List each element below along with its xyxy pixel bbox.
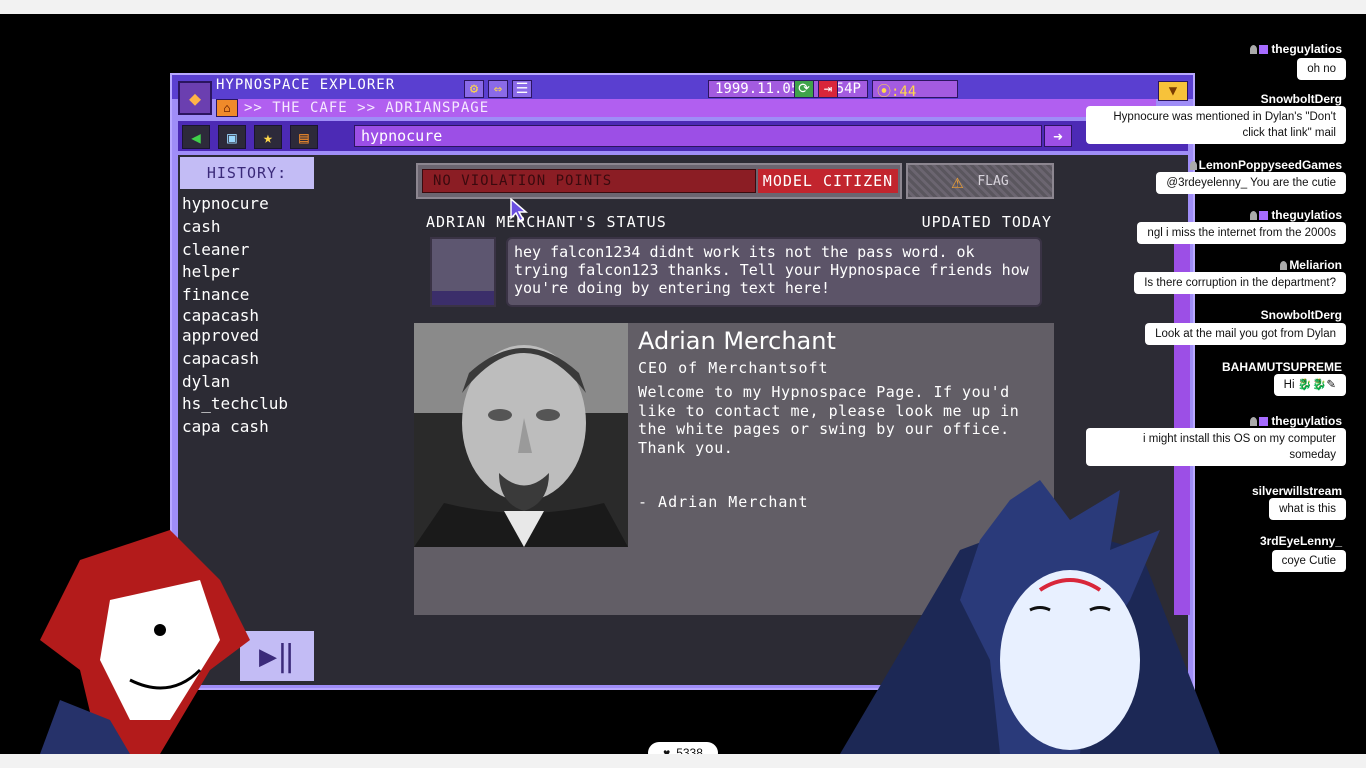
chat-username: 3rdEyeLenny_ [1259,534,1342,548]
chat-message: oh no [1297,58,1346,80]
violation-label: NO VIOLATION POINTS [422,169,756,193]
status-avatar [430,237,496,307]
bottom-bar [0,754,1366,768]
profile-name: Adrian Merchant [638,327,836,355]
history-list: hypnocure cash cleaner helper finance ca… [182,193,316,439]
back-button[interactable]: ◀ [182,125,210,149]
chat-message: what is this [1269,498,1346,520]
refresh-icon[interactable]: ⟳ [794,80,814,98]
history-item[interactable]: hs_techclub [182,393,316,416]
top-bar [0,0,1366,14]
chat-message: Is there corruption in the department? [1134,272,1346,294]
logout-icon[interactable]: ⇥ [818,80,838,98]
flag-button[interactable]: ⚠ FLAG [906,163,1054,199]
history-item[interactable]: finance [182,284,316,307]
navigation-bar: ◀ ▣ ★ ▤ hypnocure ➜ [178,121,1188,151]
chat-username: LemonPoppyseedGames [1189,158,1342,172]
chat-message: Hi 🐉🐉✎ [1273,374,1346,396]
history-item[interactable]: capacash [182,348,316,371]
go-arrow-icon[interactable]: ➜ [1044,125,1072,147]
chat-username: SnowboltDerg [1260,308,1342,322]
resize-icon[interactable]: ⇔ [488,80,508,98]
history-item[interactable]: cleaner [182,239,316,262]
profile-role: CEO of Merchantsoft [638,359,829,377]
profile-text: Welcome to my Hypnospace Page. If you'd … [638,383,1020,457]
warning-icon: ⚠ [951,169,964,193]
chat-username: theguylatios [1250,208,1342,222]
history-item[interactable]: capa cash [182,416,316,439]
history-item[interactable]: dylan [182,371,316,394]
chat-username: silverwillstream [1251,484,1342,498]
hypnocoin-icon[interactable]: ▣ [218,125,246,149]
menu-icon[interactable]: ☰ [512,80,532,98]
app-title: HYPNOSPACE EXPLORER [216,77,396,93]
chat-username: Meliarion [1280,258,1342,272]
profile-signature: - Adrian Merchant [638,493,809,511]
home-icon[interactable]: ⌂ [216,99,238,117]
settings-icon[interactable]: ⚙ [464,80,484,98]
chat-username: BAHAMUTSUPREME [1222,360,1342,374]
citizen-status: MODEL CITIZEN [758,169,898,193]
status-heading: ADRIAN MERCHANT'S STATUS [426,213,667,231]
chat-username: SnowboltDerg [1260,92,1342,106]
status-updated: UPDATED TODAY [921,213,1052,231]
enforcer-icon[interactable]: ▤ [290,125,318,149]
breadcrumb-bar: ⌂ >> THE CAFE >> ADRIANSPAGE [216,99,1156,117]
dropdown-button[interactable]: ▼ [1158,81,1188,101]
history-item[interactable]: helper [182,261,316,284]
profile-photo [414,323,628,547]
chat-message: @3rdeyelenny_ You are the cutie [1156,172,1346,194]
coin-counter: ⦿:44 [872,80,958,100]
history-item[interactable]: cash [182,216,316,239]
chat-message: Look at the mail you got from Dylan [1145,323,1346,345]
chat-message: Hypnocure was mentioned in Dylan's "Don'… [1086,106,1346,144]
blue-dragon-avatar [840,480,1220,754]
chat-message: ngl i miss the internet from the 2000s [1137,222,1346,244]
clock-display: 1999.11.05 9:54P [708,80,868,98]
hypnospace-logo-icon[interactable]: ◆ [178,81,212,115]
history-header: HISTORY: [180,157,314,189]
favorites-star-icon[interactable]: ★ [254,125,282,149]
history-item[interactable]: capacash [182,306,316,325]
address-input[interactable]: hypnocure [354,125,1042,147]
red-dragon-avatar [40,530,250,754]
history-item[interactable]: approved [182,325,316,348]
history-item[interactable]: hypnocure [182,193,316,216]
chat-message: coye Cutie [1271,550,1346,572]
chat-username: theguylatios [1250,42,1342,56]
violation-meter: NO VIOLATION POINTS MODEL CITIZEN [416,163,902,199]
date-text: 1999.11.05 [715,81,800,97]
flag-label: FLAG [977,173,1009,189]
chat-username: theguylatios [1250,414,1342,428]
breadcrumb[interactable]: >> THE CAFE >> ADRIANSPAGE [244,100,489,116]
status-text: hey falcon1234 didnt work its not the pa… [506,237,1042,307]
mouse-cursor-icon [510,198,528,222]
